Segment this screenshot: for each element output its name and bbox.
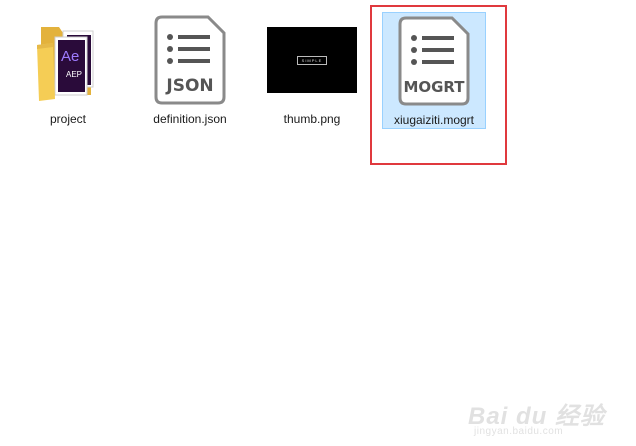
json-file-icon: JSON: [142, 14, 238, 106]
file-item-thumb-png[interactable]: SIMPLE thumb.png: [260, 12, 364, 130]
watermark-url: jingyan.baidu.com: [474, 426, 564, 437]
mogrt-badge-text: MOGRT: [403, 78, 465, 96]
file-name: definition.json: [153, 112, 227, 126]
file-item-project[interactable]: Ae AEP project: [16, 12, 120, 130]
watermark-logo-text: Bai du 经验: [468, 403, 606, 430]
baidu-watermark: Bai du 经验 jingyan.baidu.com: [468, 376, 618, 438]
file-item-definition-json[interactable]: JSON definition.json: [138, 12, 242, 130]
json-badge-text: JSON: [165, 76, 213, 96]
aep-badge-text: AEP: [66, 70, 82, 79]
file-name: project: [49, 112, 87, 126]
file-name: thumb.png: [283, 112, 341, 126]
file-explorer-view: Ae AEP project JSON definition.json SIMP…: [0, 0, 636, 446]
png-thumbnail: SIMPLE: [264, 14, 360, 106]
file-name: xiugaiziti.mogrt: [393, 113, 475, 127]
mogrt-file-icon: MOGRT: [386, 15, 482, 107]
thumbnail-image: SIMPLE: [267, 27, 357, 93]
aep-folder-icon: Ae AEP: [20, 14, 116, 106]
file-item-mogrt[interactable]: MOGRT xiugaiziti.mogrt: [382, 12, 486, 129]
ae-badge-text: Ae: [61, 48, 79, 65]
thumbnail-text: SIMPLE: [296, 55, 328, 65]
